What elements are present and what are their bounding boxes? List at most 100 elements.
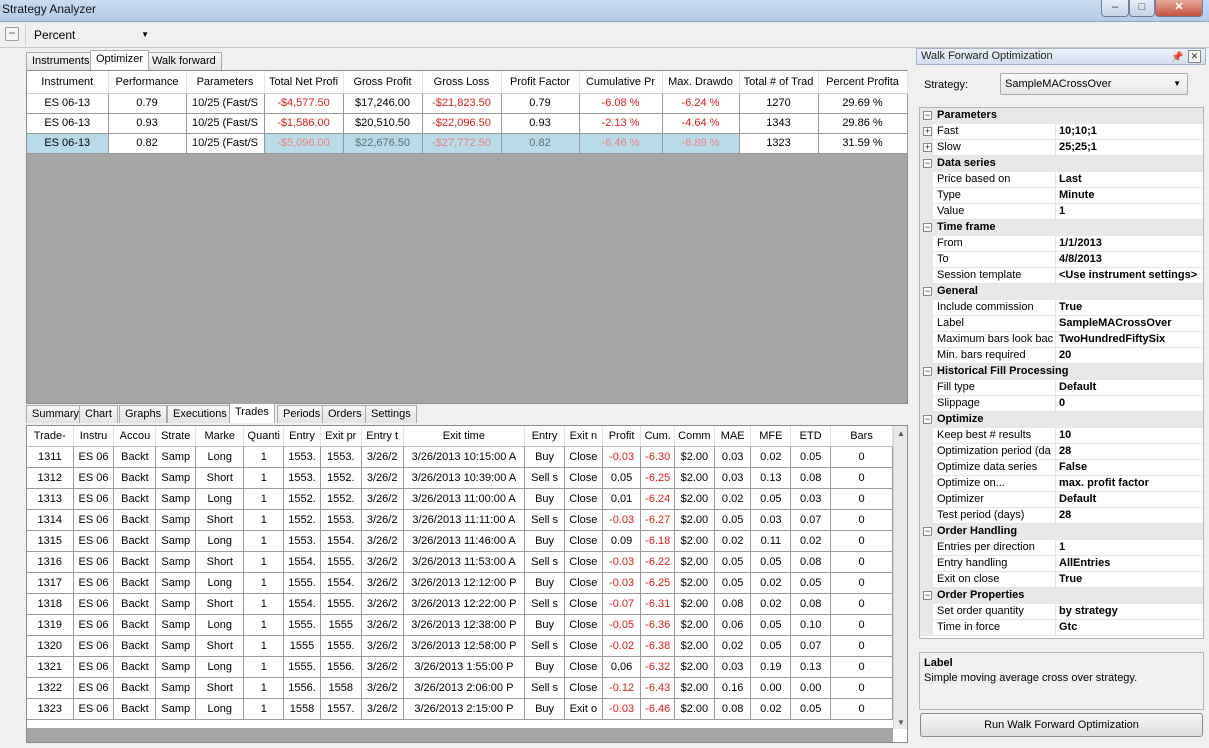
property-value[interactable]: True	[1055, 572, 1203, 587]
collapse-icon[interactable]: −	[923, 527, 932, 536]
property-row[interactable]: Type Minute	[920, 188, 1203, 204]
property-value[interactable]: 20	[1055, 348, 1203, 363]
property-row[interactable]: Maximum bars look bac TwoHundredFiftySix	[920, 332, 1203, 348]
column-header[interactable]: Profit Factor	[501, 71, 580, 94]
expand-icon[interactable]: +	[923, 143, 932, 152]
property-value[interactable]: max. profit factor	[1055, 476, 1203, 491]
property-category[interactable]: − Order Handling	[920, 524, 1203, 540]
trades-horizontal-scrollbar[interactable]	[27, 728, 893, 742]
close-button[interactable]: ✕	[1155, 0, 1203, 17]
property-row[interactable]: Entries per direction 1	[920, 540, 1203, 556]
property-category[interactable]: − Order Properties	[920, 588, 1203, 604]
optimizer-row[interactable]: ES 06-13 0.82 10/25 (Fast/S -$5,096.00 $22,6…	[27, 133, 908, 154]
column-header[interactable]: Trade-	[27, 426, 74, 447]
property-value[interactable]: SampleMACrossOver	[1055, 316, 1203, 331]
property-row[interactable]: Optimizer Default	[920, 492, 1203, 508]
display-mode-select[interactable]: Percent ▼	[25, 25, 155, 45]
property-row[interactable]: Time in force Gtc	[920, 620, 1203, 636]
trade-row[interactable]: 1323 ES 06 Backt Samp Long 1 1558 1557. 3/26/2 3/…	[27, 698, 893, 720]
property-category[interactable]: − Optimize	[920, 412, 1203, 428]
column-header[interactable]: Accou	[113, 426, 157, 447]
trade-row[interactable]: 1311 ES 06 Backt Samp Long 1 1553. 1553. 3/26/2 3…	[27, 446, 893, 468]
column-header[interactable]: ETD	[790, 426, 832, 447]
property-value[interactable]: True	[1055, 300, 1203, 315]
strategy-select[interactable]: SampleMACrossOver ▼	[1000, 73, 1188, 95]
property-row[interactable]: + Fast 10;10;1	[920, 124, 1203, 140]
tab-summary[interactable]: Summary	[26, 405, 86, 423]
property-row[interactable]: From 1/1/2013	[920, 236, 1203, 252]
property-value[interactable]: 1/1/2013	[1055, 236, 1203, 251]
property-row[interactable]: Exit on close True	[920, 572, 1203, 588]
collapse-icon[interactable]: −	[923, 159, 932, 168]
column-header[interactable]: Max. Drawdo	[662, 71, 740, 94]
tab-trades[interactable]: Trades	[229, 403, 275, 423]
column-header[interactable]: Entry t	[361, 426, 404, 447]
property-row[interactable]: Entry handling AllEntries	[920, 556, 1203, 572]
column-header[interactable]: Total # of Trad	[739, 71, 819, 94]
column-header[interactable]: Entry	[283, 426, 321, 447]
property-row[interactable]: Optimize data series False	[920, 460, 1203, 476]
optimizer-row[interactable]: ES 06-13 0.93 10/25 (Fast/S -$1,586.00 $20,5…	[27, 113, 908, 134]
column-header[interactable]: Exit pr	[320, 426, 362, 447]
property-row[interactable]: Optimize on... max. profit factor	[920, 476, 1203, 492]
column-header[interactable]: Marke	[195, 426, 245, 447]
trade-row[interactable]: 1322 ES 06 Backt Samp Short 1 1556. 1558 3/26/2 3…	[27, 677, 893, 699]
column-header[interactable]: Bars	[830, 426, 893, 447]
property-row[interactable]: Optimization period (da 28	[920, 444, 1203, 460]
property-value[interactable]: 10	[1055, 428, 1203, 443]
property-value[interactable]: <Use instrument settings>	[1055, 268, 1203, 283]
trade-row[interactable]: 1312 ES 06 Backt Samp Short 1 1553. 1552. 3/26/2…	[27, 467, 893, 489]
maximize-button[interactable]: □	[1129, 0, 1155, 17]
tab-chart[interactable]: Chart	[79, 405, 118, 423]
property-value[interactable]: Default	[1055, 380, 1203, 395]
property-row[interactable]: Test period (days) 28	[920, 508, 1203, 524]
tab-executions[interactable]: Executions	[167, 405, 233, 423]
property-row[interactable]: Min. bars required 20	[920, 348, 1203, 364]
tab-walk-forward[interactable]: Walk forward	[146, 52, 222, 70]
tab-settings[interactable]: Settings	[365, 405, 417, 423]
column-header[interactable]: Parameters	[186, 71, 265, 94]
trade-row[interactable]: 1315 ES 06 Backt Samp Long 1 1553. 1554. 3/26/2 3…	[27, 530, 893, 552]
property-value[interactable]: TwoHundredFiftySix	[1055, 332, 1203, 347]
column-header[interactable]: Performance	[108, 71, 187, 94]
trade-row[interactable]: 1317 ES 06 Backt Samp Long 1 1555. 1554. 3/26/2 3…	[27, 572, 893, 594]
collapse-icon[interactable]: −	[923, 223, 932, 232]
property-value[interactable]: AllEntries	[1055, 556, 1203, 571]
tab-optimizer[interactable]: Optimizer	[90, 50, 150, 70]
column-header[interactable]: Entry	[524, 426, 565, 447]
column-header[interactable]: Gross Profit	[343, 71, 423, 94]
trade-row[interactable]: 1314 ES 06 Backt Samp Short 1 1552. 1553. 3/26/2…	[27, 509, 893, 531]
property-value[interactable]: Gtc	[1055, 620, 1203, 635]
property-value[interactable]: 4/8/2013	[1055, 252, 1203, 267]
property-value[interactable]: 0	[1055, 396, 1203, 411]
property-value[interactable]: 1	[1055, 204, 1203, 219]
expand-icon[interactable]: +	[923, 127, 932, 136]
pin-icon[interactable]: 📌	[1171, 50, 1184, 63]
close-icon[interactable]: ✕	[1188, 50, 1201, 63]
column-header[interactable]: Instru	[73, 426, 115, 447]
tab-orders[interactable]: Orders	[322, 405, 368, 423]
column-header[interactable]: MFE	[750, 426, 792, 447]
property-row[interactable]: + Slow 25;25;1	[920, 140, 1203, 156]
trade-row[interactable]: 1319 ES 06 Backt Samp Long 1 1555. 1555 3/26/2 3/…	[27, 614, 893, 636]
collapse-icon[interactable]: −	[923, 415, 932, 424]
collapse-icon[interactable]: −	[923, 111, 932, 120]
column-header[interactable]: Strate	[155, 426, 197, 447]
property-row[interactable]: To 4/8/2013	[920, 252, 1203, 268]
property-value[interactable]: 25;25;1	[1055, 140, 1203, 155]
column-header[interactable]: Exit time	[403, 426, 526, 447]
tab-instruments[interactable]: Instruments	[26, 52, 96, 70]
column-header[interactable]: Comm	[674, 426, 715, 447]
property-category[interactable]: − Data series	[920, 156, 1203, 172]
property-category[interactable]: − Time frame	[920, 220, 1203, 236]
property-row[interactable]: Set order quantity by strategy	[920, 604, 1203, 620]
property-row[interactable]: Keep best # results 10	[920, 428, 1203, 444]
collapse-icon[interactable]: −	[923, 367, 932, 376]
property-row[interactable]: Slippage 0	[920, 396, 1203, 412]
property-value[interactable]: 1	[1055, 540, 1203, 555]
property-row[interactable]: Fill type Default	[920, 380, 1203, 396]
trade-row[interactable]: 1313 ES 06 Backt Samp Long 1 1552. 1552. 3/26/2 3…	[27, 488, 893, 510]
column-header[interactable]: Gross Loss	[422, 71, 502, 94]
collapse-icon[interactable]: −	[923, 287, 932, 296]
trade-row[interactable]: 1321 ES 06 Backt Samp Long 1 1555. 1556. 3/26/2 3…	[27, 656, 893, 678]
